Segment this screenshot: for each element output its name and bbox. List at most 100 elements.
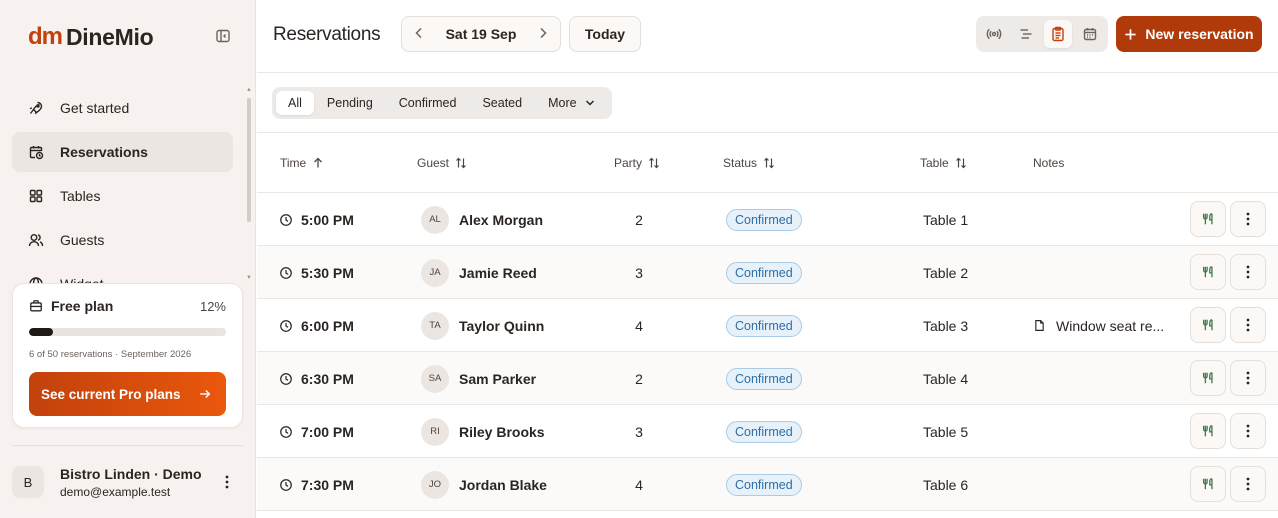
reservation-time: 7:30 PM [279,458,354,511]
account-menu-button[interactable] [217,472,237,492]
brand-logo[interactable]: dm DineMio [28,24,154,51]
time-text: 6:30 PM [301,370,354,387]
sidebar-item-guests[interactable]: Guests [12,220,233,260]
table-row[interactable]: 6:00 PM TA Taylor Quinn 4 Confirmed Table 3 Wi… [257,299,1278,352]
seat-utensils-icon [1202,425,1213,437]
status-cell: Confirmed [726,299,802,352]
see-pro-plans-button[interactable]: See current Pro plans [29,372,226,416]
more-vertical-icon [1246,477,1250,491]
table-row[interactable]: 7:00 PM RI Riley Brooks 3 Confirmed Table 5 [257,405,1278,458]
column-header-status[interactable]: Status [723,156,775,170]
seat-guest-button[interactable] [1190,413,1226,449]
collapse-sidebar-button[interactable] [213,26,233,46]
plan-usage-percent: 12% [199,299,226,314]
row-actions-button[interactable] [1230,413,1266,449]
column-label: Guest [417,156,450,170]
guest-avatar: AL [421,205,449,234]
seat-guest-button[interactable] [1190,254,1226,290]
sort-ascending-icon [314,157,323,168]
row-actions-button[interactable] [1230,360,1266,396]
column-header-time[interactable]: Time [280,156,324,170]
list-icon [1052,26,1064,42]
today-button[interactable]: Today [569,16,641,52]
account-name: Bistro Linden · Demo [60,466,202,482]
reservation-time: 6:00 PM [279,299,354,352]
column-label: Notes [1033,156,1065,170]
seat-utensils-icon [1202,372,1213,384]
table-header: Time Guest Party Status Table Notes [257,133,1278,193]
scroll-down-arrow-icon[interactable]: ▼ [246,275,252,281]
view-list-button[interactable] [1044,20,1072,48]
previous-day-button[interactable] [412,26,426,42]
status-badge: Confirmed [726,473,802,496]
filter-tab-all[interactable]: All [276,91,314,115]
seat-utensils-icon [1202,213,1213,225]
column-header-party[interactable]: Party [614,156,660,170]
column-header-table[interactable]: Table [920,156,967,170]
table-assignment: Table 3 [923,317,969,334]
current-date[interactable]: Sat 19 Sep [446,26,517,42]
new-reservation-button[interactable]: New reservation [1116,16,1262,52]
view-live-button[interactable] [980,20,1008,48]
row-actions-button[interactable] [1230,466,1266,502]
seat-guest-button[interactable] [1190,307,1226,343]
filter-tab-pending[interactable]: Pending [314,91,386,115]
sidebar-scrollbar[interactable] [247,98,251,222]
filter-tab-more[interactable]: More [535,91,607,115]
guest-cell[interactable]: RI Riley Brooks [421,405,545,458]
scroll-up-arrow-icon[interactable]: ▲ [246,87,252,93]
seat-guest-button[interactable] [1190,201,1226,237]
guest-cell[interactable]: SA Sam Parker [421,352,536,405]
chevron-down-icon [585,100,594,106]
account-switcher[interactable]: B Bistro Linden · Demo demo@example.test [12,464,243,504]
date-navigator: Sat 19 Sep [401,16,561,52]
note-icon [1035,320,1044,331]
seat-guest-button[interactable] [1190,360,1226,396]
row-actions-button[interactable] [1230,201,1266,237]
more-vertical-icon [1246,318,1250,332]
filter-tab-more-label: More [548,96,577,110]
seat-guest-button[interactable] [1190,466,1226,502]
sidebar-item-reservations[interactable]: Reservations [12,132,233,172]
guest-cell[interactable]: JO Jordan Blake [421,458,547,511]
table-row[interactable]: 5:00 PM AL Alex Morgan 2 Confirmed Table 1 [257,193,1278,246]
sidebar-item-get-started[interactable]: Get started [12,88,233,128]
grid-icon [29,189,43,203]
sidebar-item-label: Reservations [60,144,148,160]
sidebar-divider [12,445,243,446]
row-actions-button[interactable] [1230,254,1266,290]
filter-tab-confirmed[interactable]: Confirmed [386,91,470,115]
guest-cell[interactable]: JA Jamie Reed [421,246,537,299]
time-text: 5:00 PM [301,211,354,228]
row-actions-button[interactable] [1230,307,1266,343]
table-row[interactable]: 7:30 PM JO Jordan Blake 4 Confirmed Table 6 [257,458,1278,511]
table-row[interactable]: 5:30 PM JA Jamie Reed 3 Confirmed Table 2 [257,246,1278,299]
page-title: Reservations [273,24,381,45]
plan-usage-fill [29,328,53,336]
status-badge: Confirmed [726,367,802,390]
table-assignment: Table 1 [923,211,969,228]
users-icon [28,234,44,247]
column-header-guest[interactable]: Guest [417,156,467,170]
logo-text: DineMio [66,24,154,50]
filter-tab-seated[interactable]: Seated [469,91,535,115]
table-row[interactable]: 6:30 PM SA Sam Parker 2 Confirmed Table 4 [257,352,1278,405]
chevron-left-icon [415,27,422,39]
view-calendar-button[interactable] [1076,20,1104,48]
time-text: 7:00 PM [301,423,354,440]
view-timeline-button[interactable] [1012,20,1040,48]
plan-usage-bar [29,328,226,336]
status-cell: Confirmed [726,352,802,405]
status-badge: Confirmed [726,261,802,284]
guest-cell[interactable]: AL Alex Morgan [421,193,543,246]
next-day-button[interactable] [536,26,550,42]
sidebar-item-tables[interactable]: Tables [12,176,233,216]
sidebar-item-widget[interactable]: Widget [12,264,233,284]
plan-usage-text: 6 of 50 reservations · September 2026 [29,349,192,360]
guest-cell[interactable]: TA Taylor Quinn [421,299,544,352]
time-text: 7:30 PM [301,476,354,493]
rocket-icon [29,101,43,115]
status-cell: Confirmed [726,193,802,246]
table-assignment: Table 5 [923,423,969,440]
seat-utensils-icon [1202,266,1213,278]
